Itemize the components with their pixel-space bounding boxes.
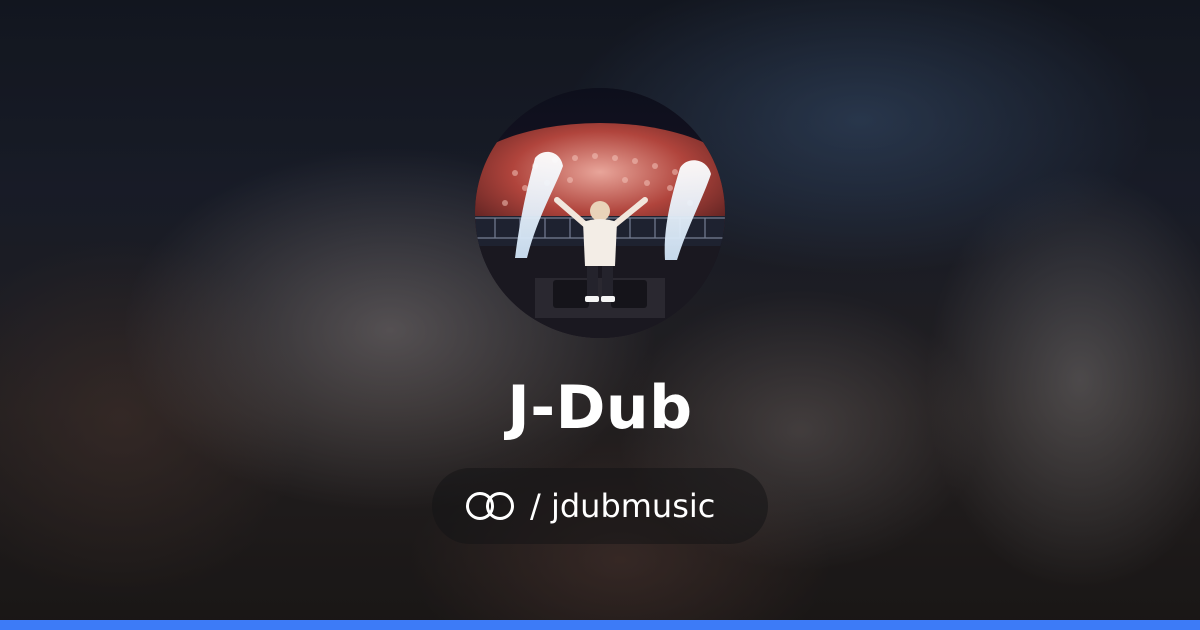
profile-name: J-Dub xyxy=(507,373,693,443)
avatar-photo xyxy=(475,88,725,338)
card-content: J-Dub / jdubmusic xyxy=(0,0,1200,630)
linked-rings-icon xyxy=(466,492,514,520)
profile-handle-pill[interactable]: / jdubmusic xyxy=(432,468,768,544)
profile-handle: / jdubmusic xyxy=(530,487,716,525)
accent-bar xyxy=(0,620,1200,630)
avatar[interactable] xyxy=(475,88,725,338)
profile-card: J-Dub / jdubmusic xyxy=(0,0,1200,630)
